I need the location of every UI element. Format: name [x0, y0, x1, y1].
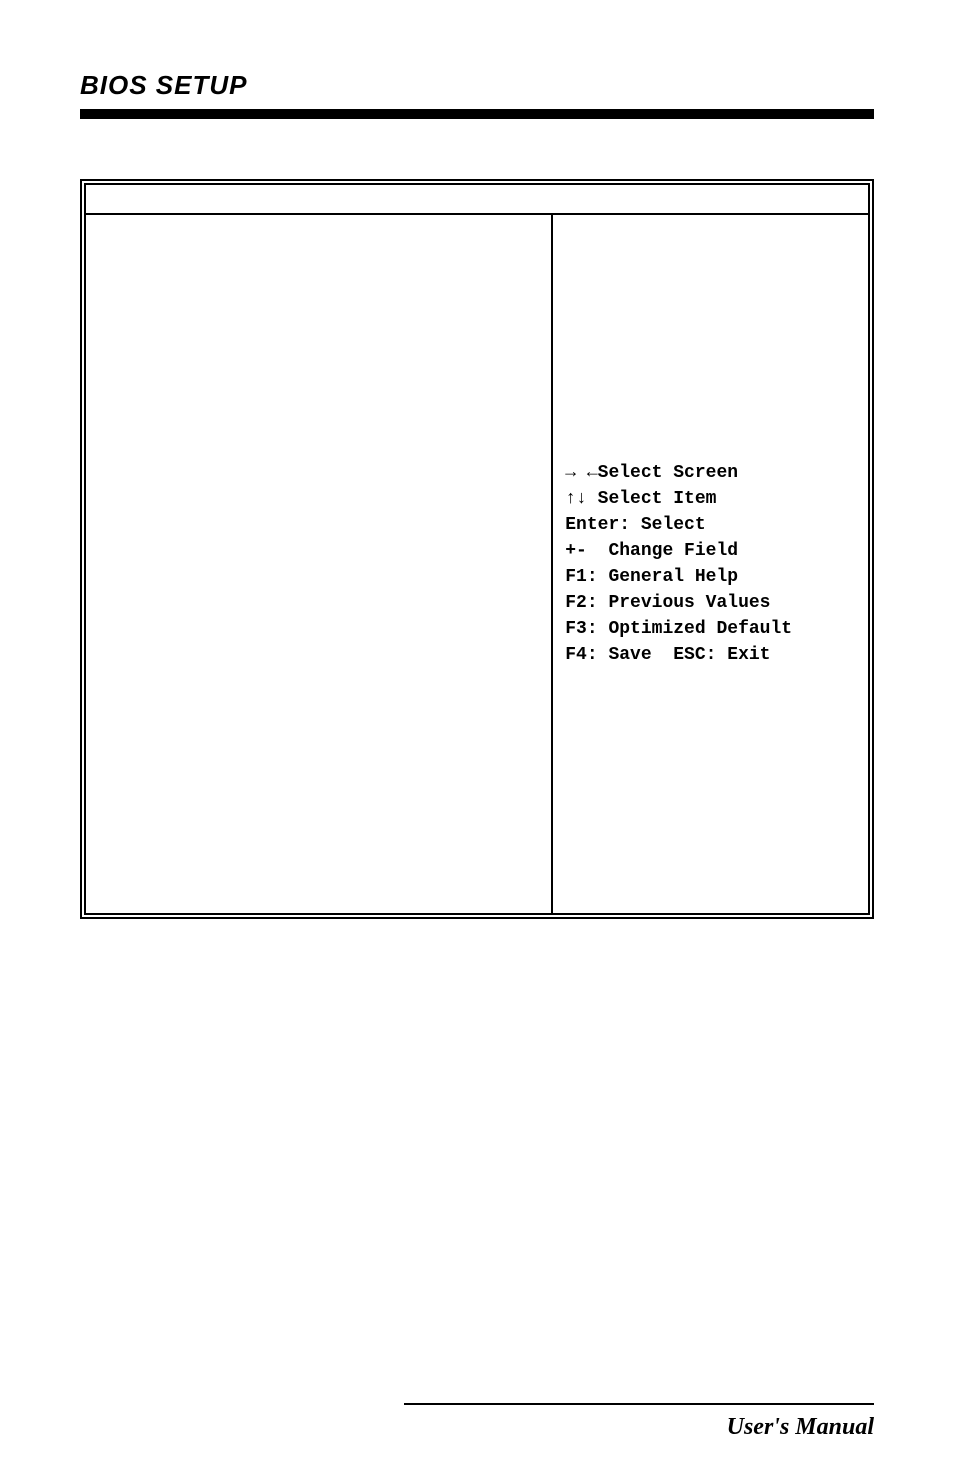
help-f4-save-exit: F4: Save ESC: Exit [565, 642, 856, 668]
header-divider-bar [80, 109, 874, 119]
help-select-screen: → ←Select Screen [565, 460, 856, 486]
footer-rule [404, 1403, 874, 1405]
bios-setup-frame: → ←Select Screen ↑↓ Select Item Enter: S… [80, 179, 874, 919]
help-select-item: ↑↓ Select Item [565, 486, 856, 512]
bios-inner-split: → ←Select Screen ↑↓ Select Item Enter: S… [86, 213, 868, 913]
help-change-field: +- Change Field [565, 538, 856, 564]
bios-left-pane [86, 215, 553, 913]
help-f1-general: F1: General Help [565, 564, 856, 590]
section-title: BIOS SETUP [80, 70, 874, 101]
help-f3-optimized: F3: Optimized Default [565, 616, 856, 642]
help-enter-select: Enter: Select [565, 512, 856, 538]
help-f2-previous: F2: Previous Values [565, 590, 856, 616]
bios-help-pane: → ←Select Screen ↑↓ Select Item Enter: S… [553, 215, 868, 913]
page-container: BIOS SETUP → ←Select Screen ↑↓ Select It… [0, 0, 954, 1475]
footer-manual-label: User's Manual [727, 1414, 874, 1441]
